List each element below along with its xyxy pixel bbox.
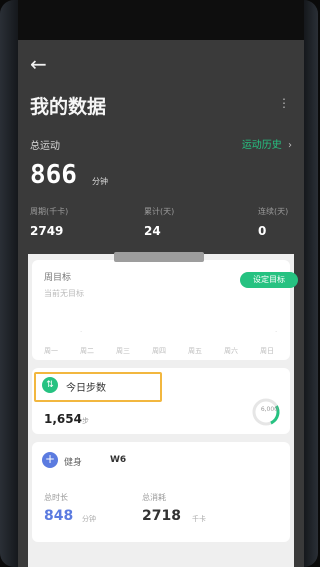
weekday-label: 周五 — [188, 347, 202, 355]
status-bar — [18, 0, 304, 40]
stat-label-1: 累计(天) — [144, 207, 175, 216]
history-link[interactable]: 运动历史 › — [242, 136, 292, 151]
sheet-handle[interactable] — [114, 252, 204, 262]
steps-unit: 步 — [82, 417, 89, 425]
total-minutes-value: 866 — [30, 160, 77, 190]
gauge-label: 6,000 — [260, 406, 278, 413]
stat-label-0: 周期(千卡) — [30, 207, 69, 216]
fitness-cal-value: 2718 — [142, 508, 181, 524]
chart-dot: · — [80, 328, 83, 336]
chevron-right-icon: › — [288, 140, 292, 151]
cards-container: 周目标 当前无目标 设定目标 · · 周一 周二 周三 周四 周五 周六 周日 … — [28, 254, 298, 567]
total-minutes-unit: 分钟 — [92, 177, 108, 186]
weekday-label: 周一 — [44, 347, 58, 355]
phone-frame: ← 我的数据 ⋮ 总运动 运动历史 › 866 分钟 周期(千卡) 累计(天) … — [0, 0, 318, 567]
more-icon[interactable]: ⋮ — [278, 96, 290, 110]
fitness-card[interactable]: + 健身 W6 总时长 总消耗 848 分钟 2718 千卡 — [32, 442, 290, 542]
goal-card[interactable]: 周目标 当前无目标 设定目标 · · 周一 周二 周三 周四 周五 周六 周日 — [32, 260, 298, 360]
weekday-label: 周四 — [152, 347, 166, 355]
set-goal-button[interactable]: 设定目标 — [240, 272, 298, 288]
fitness-time-value: 848 — [44, 508, 74, 524]
goal-subtitle: 当前无目标 — [44, 289, 84, 298]
fitness-label: 健身 — [64, 458, 83, 468]
weekday-label: 周日 — [260, 347, 274, 355]
steps-icon: ⇅ — [42, 377, 58, 393]
page-title: 我的数据 — [30, 96, 107, 118]
stat-value-1: 24 — [144, 224, 161, 238]
fitness-cal-unit: 千卡 — [192, 515, 206, 523]
stat-label-2: 连续(天) — [258, 207, 289, 216]
phone-bezel-right — [304, 0, 318, 567]
fitness-time-unit: 分钟 — [82, 515, 96, 523]
fitness-code: W6 — [110, 455, 127, 465]
goal-label: 周目标 — [44, 273, 72, 283]
steps-card[interactable]: ⇅ 今日步数 1,654 步 6,000 — [32, 368, 290, 434]
plus-icon: + — [42, 452, 58, 468]
weekday-label: 周二 — [80, 347, 94, 355]
fitness-time-label: 总时长 — [44, 493, 68, 502]
weekday-label: 周六 — [224, 347, 238, 355]
steps-label: 今日步数 — [66, 383, 106, 394]
stat-value-0: 2749 — [30, 224, 64, 238]
weekday-label: 周三 — [116, 347, 130, 355]
phone-bezel-left — [0, 0, 18, 567]
summary-label: 总运动 — [30, 141, 60, 152]
history-link-label: 运动历史 — [241, 140, 282, 151]
fitness-cal-label: 总消耗 — [142, 493, 166, 502]
chart-dot: · — [275, 328, 278, 336]
app-screen: ← 我的数据 ⋮ 总运动 运动历史 › 866 分钟 周期(千卡) 累计(天) … — [18, 0, 304, 567]
stat-value-2: 0 — [258, 224, 267, 238]
steps-value: 1,654 — [44, 412, 82, 426]
back-arrow-icon[interactable]: ← — [30, 52, 47, 76]
